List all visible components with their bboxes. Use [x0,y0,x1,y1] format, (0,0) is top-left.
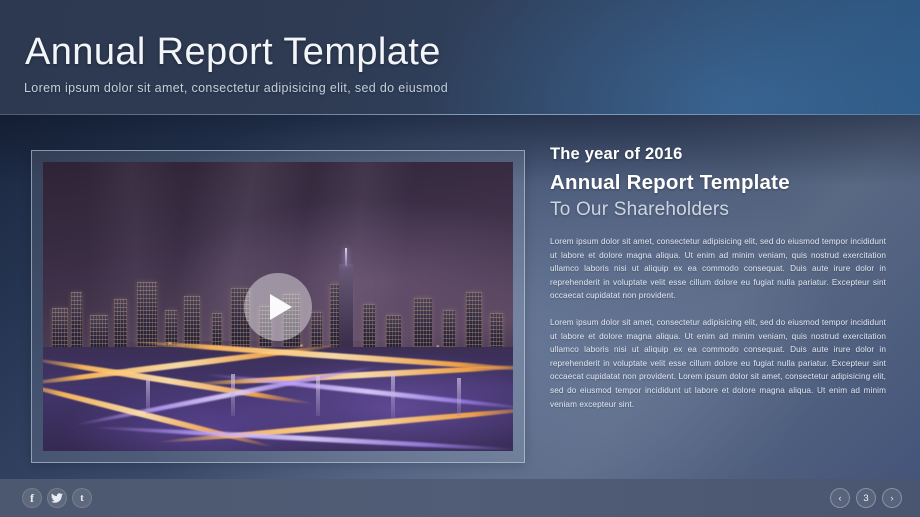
body-paragraph-1: Lorem ipsum dolor sit amet, consectetur … [550,237,886,301]
cityscape-image [43,162,513,451]
slide-header: Annual Report Template Lorem ipsum dolor… [0,0,920,115]
header-glow [420,0,920,115]
content-heading: Annual Report Template [550,171,790,194]
slide-body: The year of 2016 Annual Report Template … [0,115,920,479]
current-page-indicator[interactable]: 3 [856,488,876,508]
chevron-left-icon: ‹ [838,493,842,503]
chevron-right-icon: › [890,493,894,503]
slide-footer: f t ‹ 3 › [0,479,920,517]
slide-canvas: Annual Report Template Lorem ipsum dolor… [0,0,920,517]
twitter-icon [51,492,63,504]
tumblr-button[interactable]: t [72,488,92,508]
pagination: ‹ 3 › [830,488,902,508]
twitter-button[interactable] [47,488,67,508]
social-links: f t [22,488,92,508]
page-subtitle: Lorem ipsum dolor sit amet, consectetur … [24,81,449,95]
facebook-icon: f [30,491,34,505]
content-kicker: The year of 2016 [550,145,683,163]
content-subheading: To Our Shareholders [550,199,730,220]
facebook-button[interactable]: f [22,488,42,508]
video-thumbnail-frame[interactable] [31,150,525,463]
tumblr-icon: t [80,491,84,504]
page-number: 3 [863,492,869,504]
content-column: The year of 2016 Annual Report Template … [550,145,886,411]
highway-layer [43,338,513,451]
play-icon [270,293,292,320]
next-page-button[interactable]: › [882,488,902,508]
page-title: Annual Report Template [25,31,441,73]
prev-page-button[interactable]: ‹ [830,488,850,508]
body-paragraph-2: Lorem ipsum dolor sit amet, consectetur … [550,317,886,409]
play-button[interactable] [244,272,312,341]
